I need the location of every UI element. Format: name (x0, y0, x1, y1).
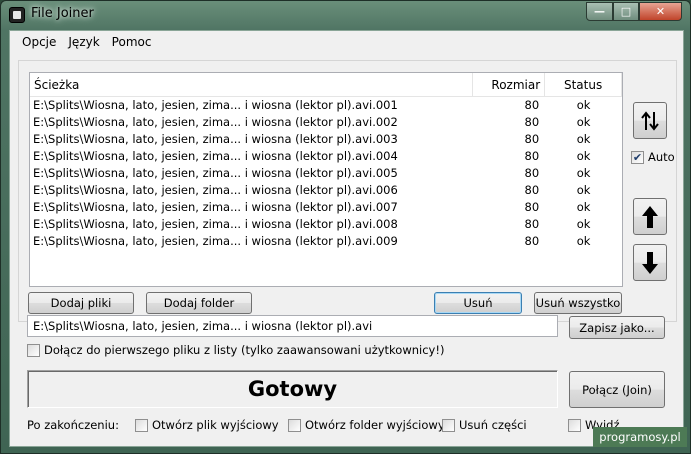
cell-path: E:\Splits\Wiosna, lato, jesien, zima... … (33, 149, 398, 163)
cell-size: 80 (524, 98, 540, 112)
column-header-size[interactable]: Rozmiar (473, 73, 546, 96)
status-text: Gotowy (247, 377, 338, 401)
arrow-down-icon (642, 251, 658, 274)
check-mark-icon: ✔ (632, 150, 643, 164)
table-row[interactable]: E:\Splits\Wiosna, lato, jesien, zima... … (30, 148, 622, 165)
menu-bar: Opcje Język Pomoc (10, 31, 683, 52)
cell-size: 80 (524, 200, 540, 214)
close-button[interactable]: ✕ (639, 2, 682, 21)
cell-path: E:\Splits\Wiosna, lato, jesien, zima... … (33, 200, 398, 214)
cell-status: ok (576, 200, 591, 214)
append-checkbox[interactable]: Dołącz do pierwszego pliku z listy (tylk… (27, 343, 444, 357)
app-window: File Joiner — □ ✕ Opcje Język Pomoc Ście… (0, 0, 691, 454)
delete-parts-checkbox[interactable]: Usuń części (442, 418, 527, 432)
append-checkbox-label: Dołącz do pierwszego pliku z listy (tylk… (44, 343, 445, 357)
minimize-icon: — (594, 5, 605, 18)
cell-status: ok (576, 115, 591, 129)
after-finish-label: Po zakończeniu: (27, 418, 119, 432)
remove-button[interactable]: Usuń (434, 292, 522, 314)
cell-status: ok (576, 132, 591, 146)
cell-size: 80 (524, 149, 540, 163)
table-row[interactable]: E:\Splits\Wiosna, lato, jesien, zima... … (30, 199, 622, 216)
join-button[interactable]: Połącz (Join) (569, 371, 665, 408)
menu-options[interactable]: Opcje (16, 35, 62, 49)
cell-status: ok (576, 234, 591, 248)
cell-status: ok (576, 217, 591, 231)
cell-path: E:\Splits\Wiosna, lato, jesien, zima... … (33, 132, 398, 146)
open-output-folder-box[interactable] (288, 418, 301, 432)
sort-up-down-icon (641, 110, 659, 131)
table-row[interactable]: E:\Splits\Wiosna, lato, jesien, zima... … (30, 131, 622, 148)
arrow-up-icon (642, 205, 658, 228)
sort-button[interactable] (633, 102, 667, 139)
cell-status: ok (576, 183, 591, 197)
open-output-folder-checkbox[interactable]: Otwórz folder wyjściowy (288, 418, 445, 432)
files-group: Ścieżka Rozmiar Status E:\Splits\Wiosna,… (18, 60, 677, 322)
menu-help[interactable]: Pomoc (106, 35, 158, 49)
cell-path: E:\Splits\Wiosna, lato, jesien, zima... … (33, 234, 398, 248)
delete-parts-box[interactable] (442, 418, 455, 432)
add-files-button[interactable]: Dodaj pliki (28, 292, 134, 314)
column-header-status[interactable]: Status (545, 73, 623, 96)
cell-status: ok (576, 98, 591, 112)
auto-checkbox-label: Auto (648, 150, 675, 164)
title-bar[interactable]: File Joiner — □ ✕ (1, 1, 690, 29)
cell-path: E:\Splits\Wiosna, lato, jesien, zima... … (33, 183, 398, 197)
menu-language[interactable]: Język (62, 35, 105, 49)
client-area: Opcje Język Pomoc Ścieżka Rozmiar Status… (9, 30, 684, 447)
exit-box[interactable] (568, 418, 581, 432)
minimize-button[interactable]: — (586, 2, 613, 21)
table-row[interactable]: E:\Splits\Wiosna, lato, jesien, zima... … (30, 182, 622, 199)
append-checkbox-box[interactable] (27, 343, 40, 357)
table-row[interactable]: E:\Splits\Wiosna, lato, jesien, zima... … (30, 233, 622, 250)
maximize-button[interactable]: □ (613, 2, 639, 21)
table-row[interactable]: E:\Splits\Wiosna, lato, jesien, zima... … (30, 216, 622, 233)
cell-path: E:\Splits\Wiosna, lato, jesien, zima... … (33, 217, 398, 231)
table-row[interactable]: E:\Splits\Wiosna, lato, jesien, zima... … (30, 97, 622, 114)
output-path-field[interactable]: E:\Splits\Wiosna, lato, jesien, zima... … (27, 315, 558, 337)
column-header-path[interactable]: Ścieżka (30, 73, 474, 96)
open-output-file-box[interactable] (135, 418, 148, 432)
auto-checkbox[interactable]: ✔ Auto (631, 150, 675, 164)
cell-size: 80 (524, 217, 540, 231)
cell-path: E:\Splits\Wiosna, lato, jesien, zima... … (33, 98, 398, 112)
open-output-folder-label: Otwórz folder wyjściowy (305, 418, 445, 432)
status-panel: Gotowy (27, 370, 558, 408)
close-icon: ✕ (655, 5, 666, 18)
move-up-button[interactable] (633, 198, 667, 235)
remove-all-button[interactable]: Usuń wszystko (534, 292, 622, 314)
window-title: File Joiner (31, 6, 94, 21)
open-output-file-checkbox[interactable]: Otwórz plik wyjściowy (135, 418, 279, 432)
cell-status: ok (576, 149, 591, 163)
window-controls: — □ ✕ (586, 2, 682, 21)
cell-status: ok (576, 166, 591, 180)
cell-size: 80 (524, 132, 540, 146)
add-folder-button[interactable]: Dodaj folder (146, 292, 252, 314)
cell-size: 80 (524, 166, 540, 180)
table-row[interactable]: E:\Splits\Wiosna, lato, jesien, zima... … (30, 165, 622, 182)
list-header: Ścieżka Rozmiar Status (30, 73, 623, 97)
cell-size: 80 (524, 183, 540, 197)
save-as-button[interactable]: Zapisz jako... (569, 316, 665, 339)
app-icon (9, 7, 25, 23)
table-row[interactable]: E:\Splits\Wiosna, lato, jesien, zima... … (30, 114, 622, 131)
open-output-file-label: Otwórz plik wyjściowy (152, 418, 279, 432)
cell-path: E:\Splits\Wiosna, lato, jesien, zima... … (33, 166, 398, 180)
list-rows: E:\Splits\Wiosna, lato, jesien, zima... … (30, 97, 622, 250)
move-down-button[interactable] (633, 244, 667, 281)
delete-parts-label: Usuń części (459, 418, 527, 432)
cell-size: 80 (524, 234, 540, 248)
cell-path: E:\Splits\Wiosna, lato, jesien, zima... … (33, 115, 398, 129)
file-list[interactable]: Ścieżka Rozmiar Status E:\Splits\Wiosna,… (29, 72, 623, 287)
auto-checkbox-box[interactable]: ✔ (631, 150, 644, 164)
cell-size: 80 (524, 115, 540, 129)
maximize-icon: □ (620, 5, 632, 18)
watermark-badge: programosy.pl (593, 427, 687, 447)
